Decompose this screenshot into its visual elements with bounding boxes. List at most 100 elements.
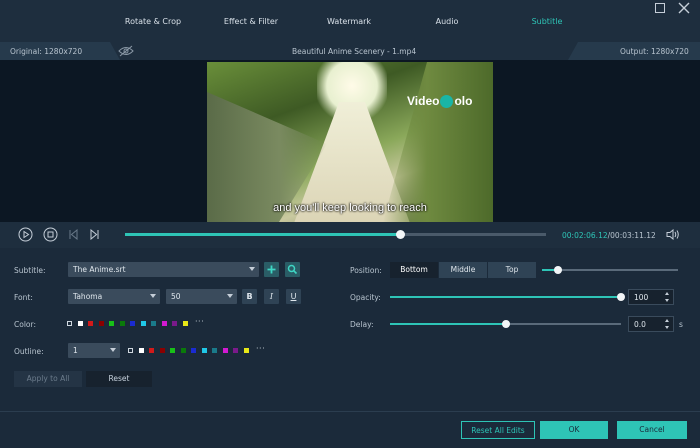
- font-size-select[interactable]: 50: [166, 289, 237, 304]
- outline-width-value: 1: [73, 346, 78, 355]
- search-icon: [287, 264, 298, 275]
- apply-to-all-button[interactable]: Apply to All: [14, 371, 82, 387]
- chevron-down-icon: [249, 267, 255, 271]
- position-label: Position:: [350, 266, 382, 275]
- color-swatch[interactable]: [77, 321, 83, 326]
- tab-rotate-crop[interactable]: Rotate & Crop: [125, 17, 181, 26]
- color-swatch[interactable]: [138, 348, 144, 353]
- position-offset-handle[interactable]: [554, 266, 563, 274]
- chevron-down-icon: [110, 348, 116, 352]
- color-swatch[interactable]: [128, 348, 133, 353]
- color-swatch[interactable]: [67, 321, 72, 326]
- opacity-label: Opacity:: [350, 293, 381, 302]
- progress-fill: [125, 233, 400, 236]
- color-swatch[interactable]: [191, 348, 196, 353]
- total-time: 00:03:11.12: [610, 231, 656, 240]
- reset-all-edits-button[interactable]: Reset All Edits: [461, 421, 535, 439]
- subtitle-label: Subtitle:: [14, 266, 46, 275]
- font-family-value: Tahoma: [73, 292, 103, 301]
- stop-icon[interactable]: [43, 227, 58, 242]
- tab-subtitle[interactable]: Subtitle: [532, 17, 563, 26]
- stepper-up-icon[interactable]: [665, 319, 669, 322]
- color-swatch[interactable]: [180, 348, 186, 353]
- delay-stepper[interactable]: [663, 316, 672, 332]
- italic-button[interactable]: I: [264, 289, 279, 304]
- chevron-down-icon: [150, 294, 156, 298]
- footer-divider: [0, 411, 700, 412]
- watermark-logo: Video olo: [407, 94, 473, 109]
- chevron-down-icon: [227, 294, 233, 298]
- video-right-foliage: [383, 62, 493, 222]
- original-resolution: Original: 1280x720: [10, 47, 83, 56]
- current-time: 00:02:06.12: [562, 231, 608, 240]
- progress-handle[interactable]: [395, 230, 405, 239]
- output-resolution: Output: 1280x720: [620, 47, 689, 56]
- reset-button[interactable]: Reset: [86, 371, 152, 387]
- color-swatch[interactable]: [212, 348, 217, 353]
- play-icon[interactable]: [18, 227, 33, 242]
- position-offset-track[interactable]: [542, 269, 678, 271]
- outline-label: Outline:: [14, 347, 44, 356]
- subtitle-file-value: The Anime.srt: [73, 265, 126, 274]
- color-swatch[interactable]: [182, 321, 188, 326]
- close-icon[interactable]: [678, 2, 690, 14]
- color-swatch[interactable]: [161, 321, 167, 326]
- color-swatch[interactable]: [149, 348, 154, 353]
- color-label: Color:: [14, 320, 36, 329]
- tab-watermark[interactable]: Watermark: [327, 17, 371, 26]
- add-subtitle-button[interactable]: [264, 262, 279, 277]
- maximize-icon[interactable]: [655, 3, 665, 13]
- color-swatch[interactable]: [222, 348, 228, 353]
- font-label: Font:: [14, 293, 33, 302]
- color-swatch[interactable]: [140, 321, 146, 326]
- position-top-button[interactable]: Top: [488, 262, 536, 278]
- more-colors-button[interactable]: ···: [195, 317, 204, 326]
- font-size-value: 50: [171, 292, 181, 301]
- subtitle-file-select[interactable]: The Anime.srt: [68, 262, 259, 277]
- more-outline-colors-button[interactable]: ···: [256, 344, 265, 353]
- delay-fill: [390, 323, 506, 325]
- stepper-up-icon[interactable]: [665, 292, 669, 295]
- delay-handle[interactable]: [501, 320, 510, 328]
- previous-frame-icon[interactable]: [68, 229, 79, 240]
- color-swatch[interactable]: [119, 321, 125, 326]
- bold-button[interactable]: B: [242, 289, 257, 304]
- search-subtitle-button[interactable]: [285, 262, 300, 277]
- delay-label: Delay:: [350, 320, 374, 329]
- cancel-button[interactable]: Cancel: [617, 421, 687, 439]
- color-swatch[interactable]: [98, 321, 104, 326]
- tab-effect-filter[interactable]: Effect & Filter: [224, 17, 278, 26]
- underline-button[interactable]: U: [286, 289, 301, 304]
- color-swatch[interactable]: [201, 348, 207, 353]
- subtitle-preview-text: and you'll keep looking to reach: [273, 202, 427, 214]
- video-frame: Video olo and you'll keep looking to reac…: [207, 62, 493, 222]
- position-bottom-button[interactable]: Bottom: [390, 262, 438, 278]
- outline-width-select[interactable]: 1: [68, 343, 120, 358]
- color-swatch[interactable]: [233, 348, 238, 353]
- color-swatch[interactable]: [151, 321, 156, 326]
- opacity-handle[interactable]: [617, 293, 625, 301]
- next-frame-icon[interactable]: [89, 229, 100, 240]
- time-display: 00:02:06.12/00:03:11.12: [562, 231, 656, 240]
- color-swatch[interactable]: [172, 321, 177, 326]
- delay-unit: s: [679, 320, 683, 329]
- ok-button[interactable]: OK: [540, 421, 608, 439]
- volume-icon[interactable]: [666, 229, 680, 240]
- tab-audio[interactable]: Audio: [436, 17, 459, 26]
- position-middle-button[interactable]: Middle: [439, 262, 487, 278]
- hide-preview-icon[interactable]: [118, 45, 134, 57]
- color-swatch[interactable]: [109, 321, 114, 326]
- color-swatch[interactable]: [243, 348, 249, 353]
- font-family-select[interactable]: Tahoma: [68, 289, 160, 304]
- logo-circle-icon: [440, 95, 454, 109]
- opacity-stepper[interactable]: [663, 289, 672, 305]
- color-swatch[interactable]: [130, 321, 135, 326]
- stepper-down-icon[interactable]: [665, 326, 669, 329]
- plus-icon: [267, 265, 276, 274]
- color-swatch[interactable]: [159, 348, 165, 353]
- file-name: Beautiful Anime Scenery - 1.mp4: [292, 47, 417, 56]
- color-swatch[interactable]: [170, 348, 175, 353]
- opacity-fill: [390, 296, 621, 298]
- stepper-down-icon[interactable]: [665, 299, 669, 302]
- color-swatch[interactable]: [88, 321, 93, 326]
